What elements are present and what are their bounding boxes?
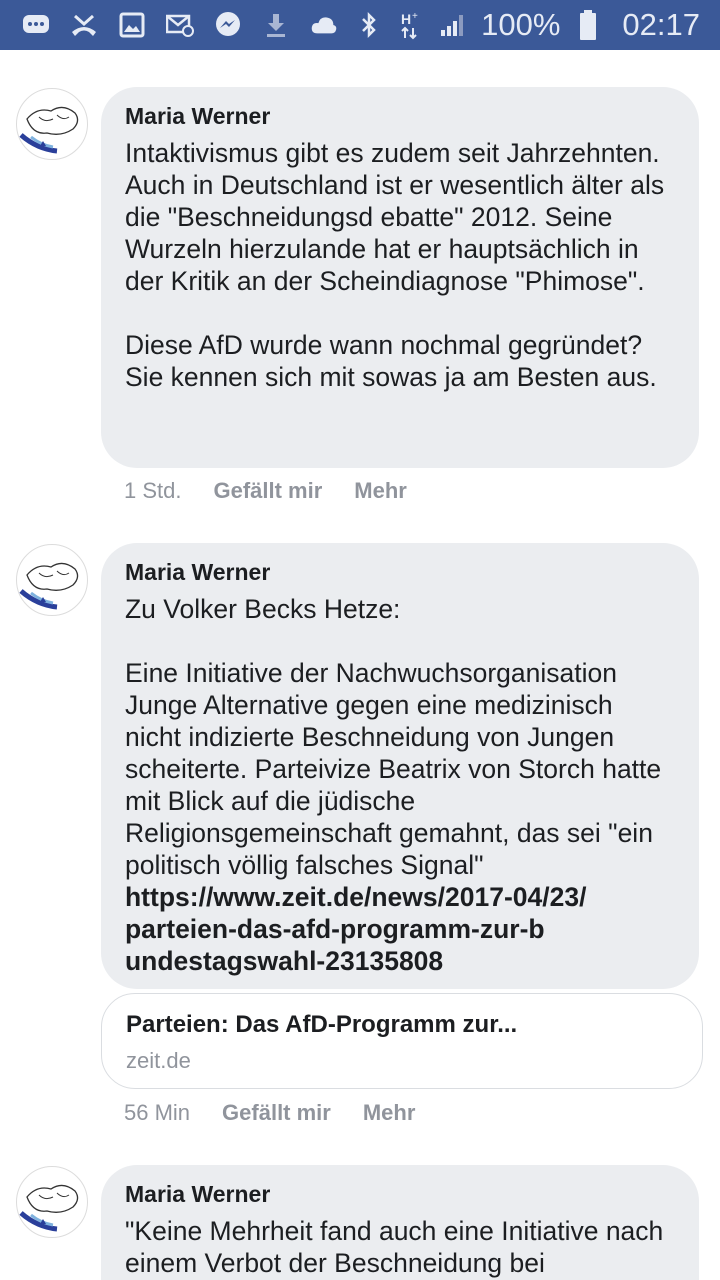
comment-text: Zu Volker Becks Hetze: Eine Initiative d… bbox=[125, 593, 675, 977]
comment-time: 1 Std. bbox=[124, 478, 182, 503]
battery-icon bbox=[574, 10, 602, 40]
comment-actions: 56 Min Gefällt mir Mehr bbox=[124, 1100, 415, 1126]
avatar-drawing-icon bbox=[19, 106, 79, 154]
signal-icon bbox=[439, 11, 467, 39]
like-button[interactable]: Gefällt mir bbox=[213, 478, 322, 504]
comment-text: Intaktivismus gibt es zudem seit Jahrzeh… bbox=[125, 138, 665, 392]
comment-bubble[interactable]: Maria Werner "Keine Mehrheit fand auch e… bbox=[101, 1165, 699, 1280]
download-icon bbox=[262, 11, 290, 39]
avatar[interactable] bbox=[16, 88, 88, 160]
status-bar: H + 100% 02:17 bbox=[0, 0, 720, 50]
avatar-drawing-icon bbox=[19, 1184, 79, 1232]
cloud-icon bbox=[310, 11, 338, 39]
chat-bubble-icon bbox=[22, 11, 50, 39]
comment-author[interactable]: Maria Werner bbox=[125, 101, 675, 131]
comment-time: 56 Min bbox=[124, 1100, 191, 1125]
missed-call-icon bbox=[70, 11, 98, 39]
link-preview-card[interactable]: Parteien: Das AfD-Programm zur... zeit.d… bbox=[101, 993, 703, 1089]
avatar[interactable] bbox=[16, 544, 88, 616]
email-icon bbox=[166, 11, 194, 39]
link-preview-domain: zeit.de bbox=[126, 1048, 191, 1073]
like-button[interactable]: Gefällt mir bbox=[222, 1100, 331, 1126]
comment-author[interactable]: Maria Werner bbox=[125, 1179, 675, 1209]
more-button[interactable]: Mehr bbox=[354, 478, 407, 504]
comment-bubble[interactable]: Maria Werner Intaktivismus gibt es zudem… bbox=[101, 87, 699, 468]
comment-link[interactable]: https://www.zeit.de/news/2017-04/23/ par… bbox=[125, 882, 594, 976]
svg-text:+: + bbox=[412, 11, 418, 22]
comment-actions: 1 Std. Gefällt mir Mehr bbox=[124, 478, 407, 504]
network-hplus-icon: H + bbox=[397, 11, 425, 40]
comment-bubble[interactable]: Maria Werner Zu Volker Becks Hetze: Eine… bbox=[101, 543, 699, 989]
image-icon bbox=[118, 11, 146, 39]
comment-body: Zu Volker Becks Hetze: Eine Initiative d… bbox=[125, 594, 662, 880]
link-preview-title[interactable]: Parteien: Das AfD-Programm zur... bbox=[126, 1010, 678, 1040]
avatar[interactable] bbox=[16, 1166, 88, 1238]
battery-percentage: 100% bbox=[481, 7, 561, 42]
messenger-icon bbox=[214, 11, 242, 39]
comment-author[interactable]: Maria Werner bbox=[125, 557, 675, 587]
more-button[interactable]: Mehr bbox=[363, 1100, 416, 1126]
svg-text:H: H bbox=[401, 11, 411, 27]
avatar-drawing-icon bbox=[19, 562, 79, 610]
comment-text: "Keine Mehrheit fand auch eine Initiativ… bbox=[125, 1216, 671, 1278]
clock: 02:17 bbox=[622, 7, 700, 42]
bluetooth-icon bbox=[355, 11, 383, 39]
